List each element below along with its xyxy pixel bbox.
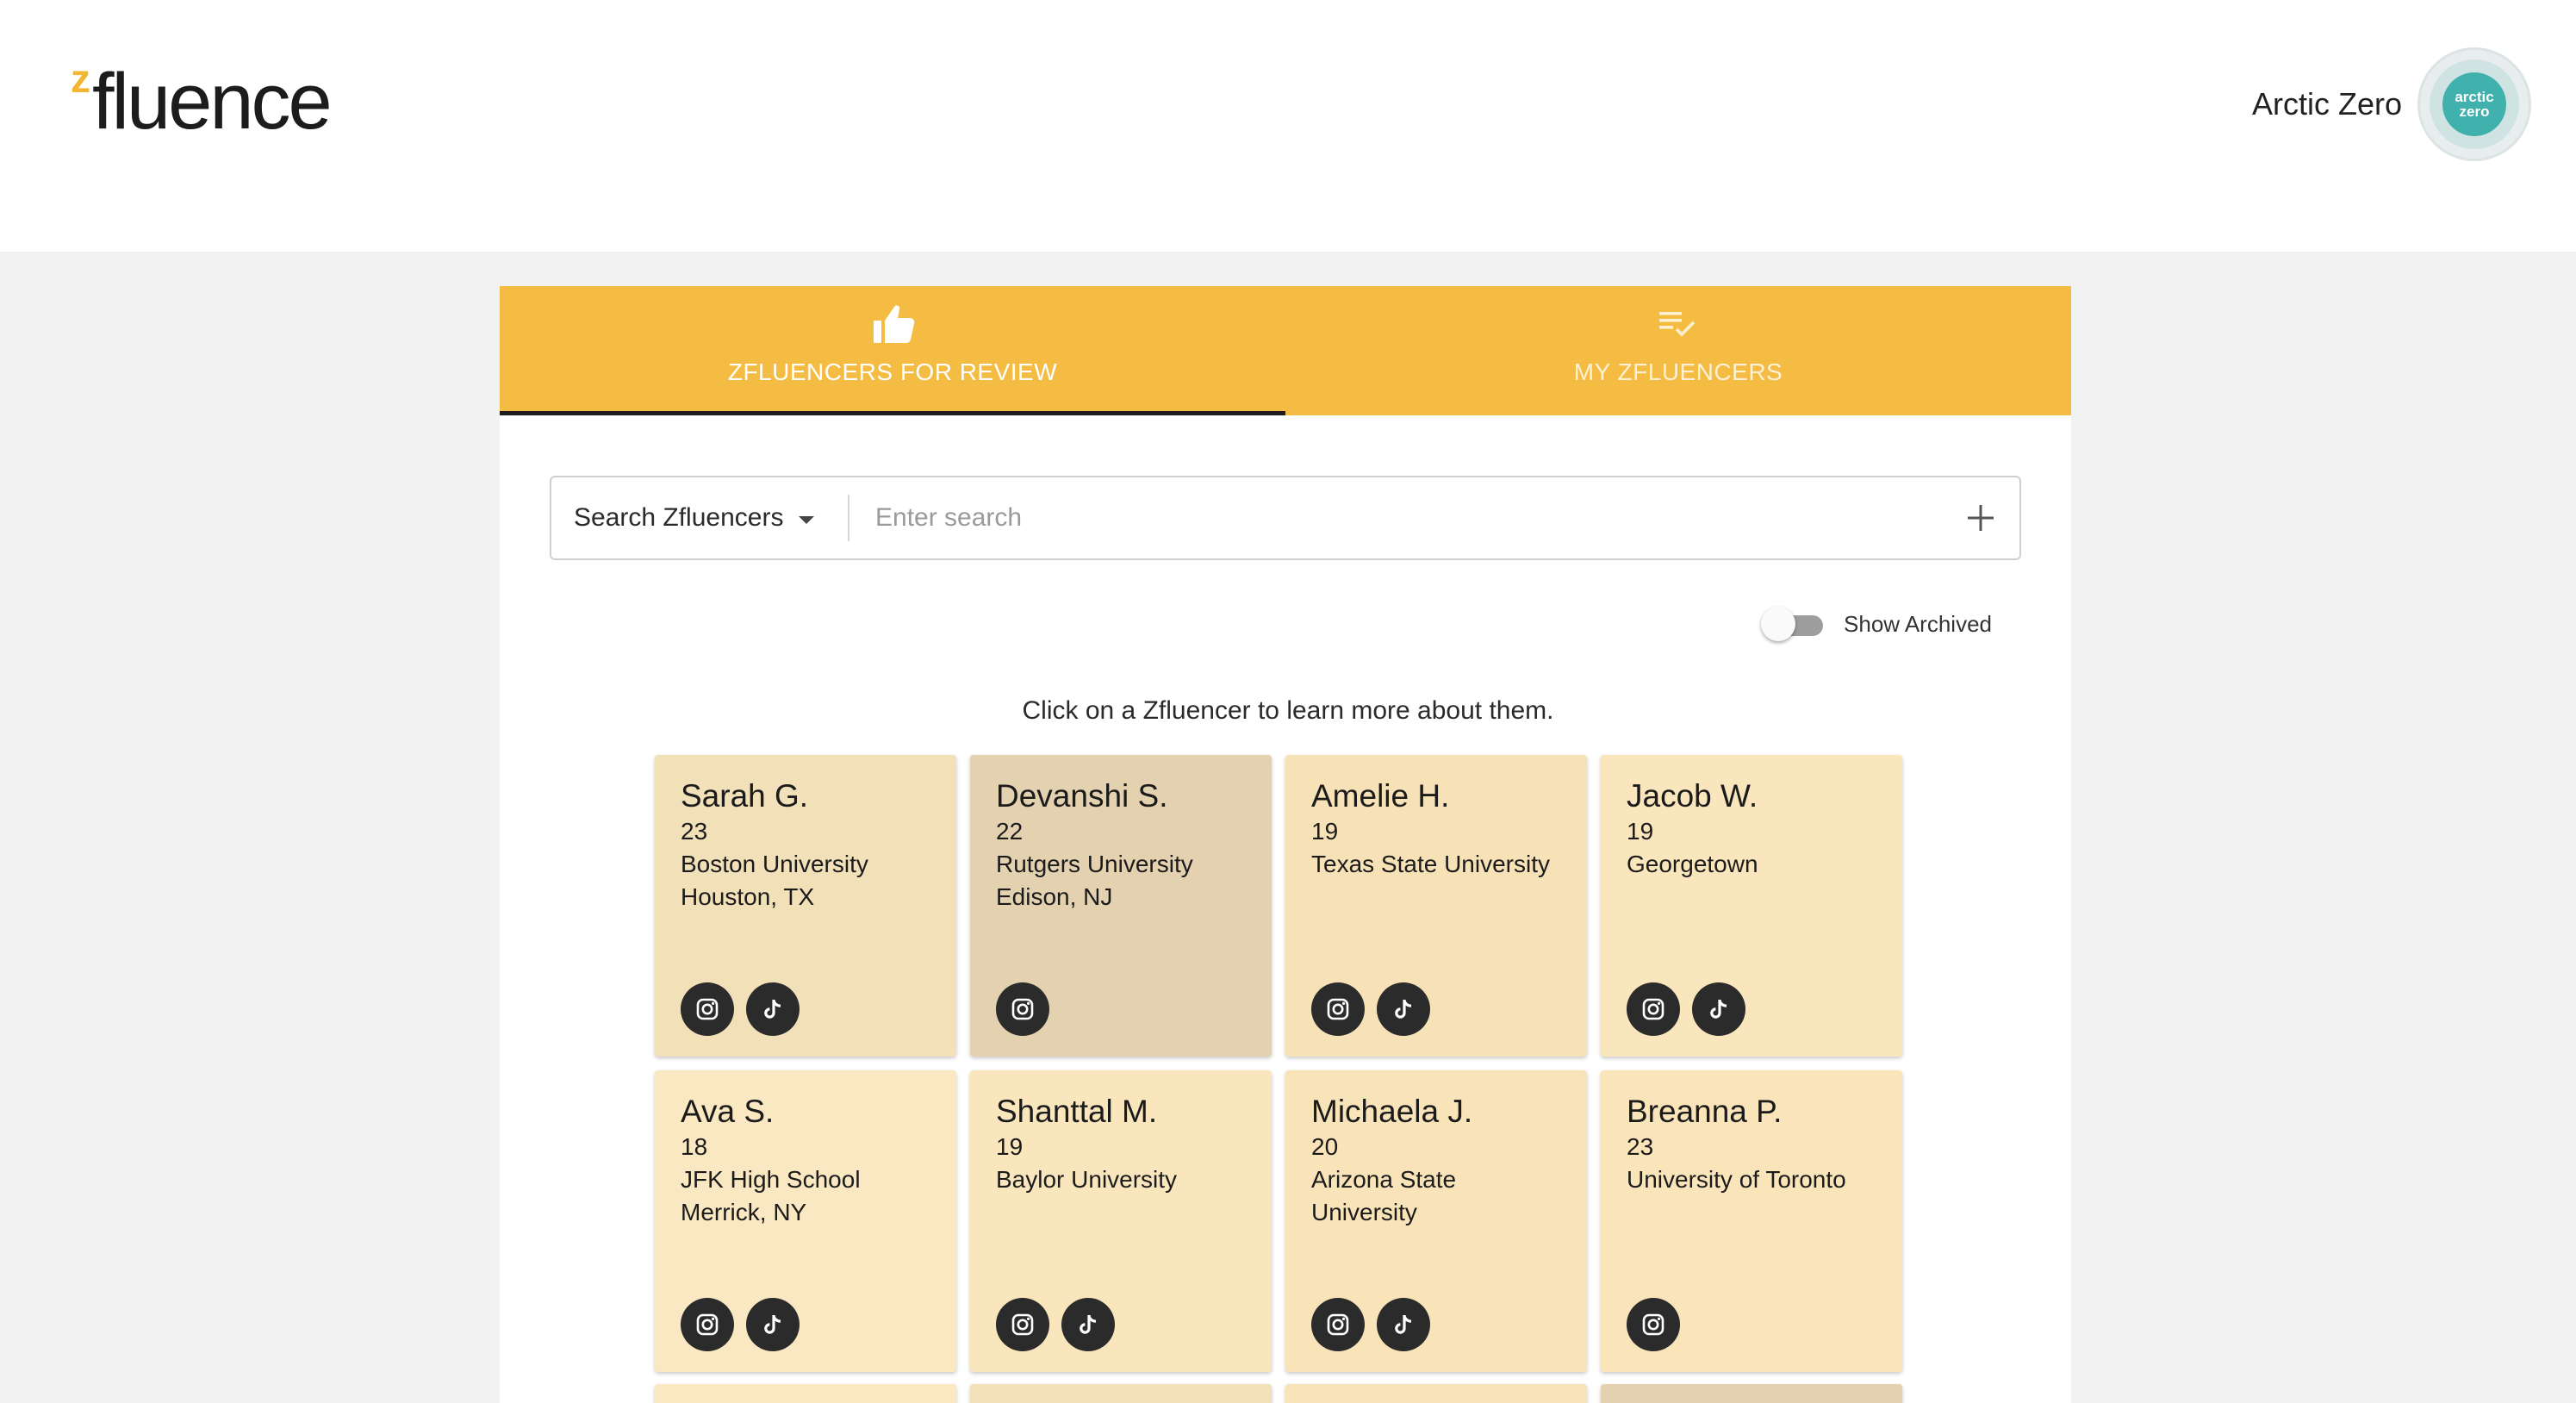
social-links xyxy=(1627,982,1758,1036)
card-school: University of Toronto xyxy=(1627,1166,1846,1193)
card-detail: Edison, NJ xyxy=(996,883,1113,910)
card-name: Sarah G. xyxy=(681,778,809,814)
social-links xyxy=(1627,1298,1692,1351)
tab-label: MY ZFLUENCERS xyxy=(1573,359,1783,385)
card-name: Amelie H. xyxy=(1311,778,1450,814)
card-school: Texas State University xyxy=(1311,851,1550,877)
instagram-icon[interactable] xyxy=(1627,1298,1680,1351)
zfluencer-card-partial[interactable] xyxy=(1601,1384,1902,1403)
caret-down-icon xyxy=(799,515,815,524)
social-links xyxy=(996,1298,1127,1351)
show-archived-control: Show Archived xyxy=(1761,603,1992,645)
card-detail: Merrick, NY xyxy=(681,1199,807,1225)
card-school: Boston University xyxy=(681,851,868,877)
tiktok-icon[interactable] xyxy=(1692,982,1745,1036)
zfluencer-card[interactable]: Jacob W. 19 Georgetown xyxy=(1601,755,1902,1057)
card-name: Michaela J. xyxy=(1311,1094,1473,1129)
zfluencer-card[interactable]: Breanna P. 23 University of Toronto xyxy=(1601,1070,1902,1372)
search-bar: Search Zfluencers xyxy=(550,476,2021,560)
zfluencer-card[interactable]: Ava S. 18 JFK High School Merrick, NY xyxy=(655,1070,956,1372)
zfluencer-card-partial[interactable] xyxy=(1285,1384,1587,1403)
top-header: z fluence Arctic Zero arctic zero xyxy=(0,0,2576,252)
checklist-icon xyxy=(1659,312,1696,337)
card-detail: Houston, TX xyxy=(681,883,815,910)
tiktok-icon[interactable] xyxy=(1377,1298,1430,1351)
brand-logo: arctic zero xyxy=(2442,72,2506,136)
card-name: Jacob W. xyxy=(1627,778,1758,814)
tab-bar: ZFLUENCERS FOR REVIEW MY ZFLUENCERS xyxy=(500,286,2071,415)
thumbs-up-icon xyxy=(874,305,915,343)
zfluencer-card-partial[interactable] xyxy=(655,1384,956,1403)
tiktok-icon[interactable] xyxy=(746,982,800,1036)
show-archived-toggle[interactable] xyxy=(1761,607,1824,641)
tab-label: ZFLUENCERS FOR REVIEW xyxy=(727,359,1058,385)
account-name: Arctic Zero xyxy=(2251,86,2402,122)
card-age: 18 xyxy=(681,1133,708,1160)
tiktok-icon[interactable] xyxy=(746,1298,800,1351)
card-age: 19 xyxy=(1627,818,1654,845)
zfluencer-card[interactable]: Amelie H. 19 Texas State University xyxy=(1285,755,1587,1057)
search-input[interactable] xyxy=(849,477,1942,558)
zfluencer-card[interactable]: Devanshi S. 22 Rutgers University Edison… xyxy=(970,755,1272,1057)
zfluence-logo[interactable]: z fluence xyxy=(71,56,333,146)
zfluencer-grid: Sarah G. 23 Boston University Houston, T… xyxy=(655,755,1904,1372)
card-name: Devanshi S. xyxy=(996,778,1168,814)
card-school: Rutgers University xyxy=(996,851,1193,877)
instruction-text: Click on a Zfluencer to learn more about… xyxy=(1022,696,1554,725)
instagram-icon[interactable] xyxy=(681,982,734,1036)
instagram-icon[interactable] xyxy=(996,1298,1049,1351)
search-type-label: Search Zfluencers xyxy=(574,503,784,532)
card-name: Breanna P. xyxy=(1627,1094,1783,1129)
card-name: Shanttal M. xyxy=(996,1094,1158,1129)
social-links xyxy=(996,982,1061,1036)
brand-avatar[interactable]: arctic zero xyxy=(2417,47,2531,161)
zfluencer-card[interactable]: Shanttal M. 19 Baylor University xyxy=(970,1070,1272,1372)
plus-icon xyxy=(1968,505,1994,531)
social-links xyxy=(1311,1298,1442,1351)
account-menu[interactable]: Arctic Zero arctic zero xyxy=(2252,47,2531,162)
instagram-icon[interactable] xyxy=(681,1298,734,1351)
social-links xyxy=(1311,982,1442,1036)
tab-my-zfluencers[interactable]: MY ZFLUENCERS xyxy=(1285,286,2071,415)
instagram-icon[interactable] xyxy=(1627,982,1680,1036)
card-school: Baylor University xyxy=(996,1166,1178,1193)
tiktok-icon[interactable] xyxy=(1377,982,1430,1036)
logo-mark: z xyxy=(71,56,90,101)
card-age: 22 xyxy=(996,818,1024,845)
card-age: 23 xyxy=(1627,1133,1654,1160)
zfluencer-card[interactable]: Sarah G. 23 Boston University Houston, T… xyxy=(655,755,956,1057)
show-archived-label: Show Archived xyxy=(1844,610,1992,637)
zfluencer-card[interactable]: Michaela J. 20 Arizona State University xyxy=(1285,1070,1587,1372)
card-school: Arizona State xyxy=(1311,1166,1457,1193)
instagram-icon[interactable] xyxy=(996,982,1049,1036)
card-school: JFK High School xyxy=(681,1166,861,1193)
card-age: 20 xyxy=(1311,1133,1339,1160)
add-button[interactable] xyxy=(1942,477,2019,558)
card-age: 19 xyxy=(996,1133,1024,1160)
logo-wordmark: fluence xyxy=(92,58,333,146)
active-tab-indicator xyxy=(500,411,1285,415)
social-links xyxy=(681,1298,812,1351)
card-detail: University xyxy=(1311,1199,1417,1225)
tab-zfluencers-for-review[interactable]: ZFLUENCERS FOR REVIEW xyxy=(500,286,1285,415)
card-age: 23 xyxy=(681,818,708,845)
tiktok-icon[interactable] xyxy=(1061,1298,1115,1351)
zfluencer-card-partial[interactable] xyxy=(970,1384,1272,1403)
social-links xyxy=(681,982,812,1036)
card-name: Ava S. xyxy=(681,1094,775,1129)
instagram-icon[interactable] xyxy=(1311,1298,1365,1351)
instagram-icon[interactable] xyxy=(1311,982,1365,1036)
card-school: Georgetown xyxy=(1627,851,1758,877)
search-type-select[interactable]: Search Zfluencers xyxy=(551,477,848,558)
card-age: 19 xyxy=(1311,818,1339,845)
